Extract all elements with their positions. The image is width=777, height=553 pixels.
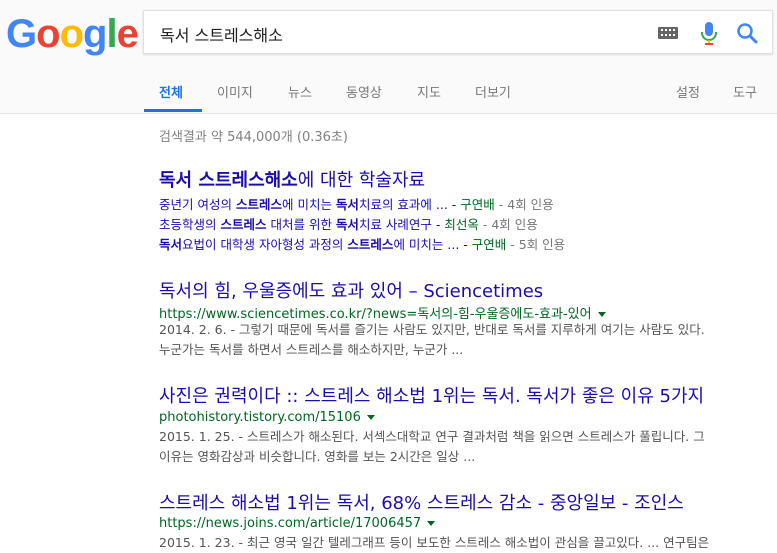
dropdown-arrow-icon[interactable] (366, 415, 375, 420)
tab-more[interactable]: 더보기 (475, 82, 511, 101)
scholar-item: 중년기 여성의 스트레스에 미치는 독서치료의 효과에 ... - 구연배 - … (159, 194, 554, 213)
scholar-link[interactable]: 초등학생의 스트레스 대처를 위한 독서치료 사례연구 - (159, 217, 444, 232)
search-tabs: 전체 이미지 뉴스 동영상 지도 더보기 설정 도구 (0, 76, 777, 113)
text: 초등학생의 (159, 217, 221, 232)
text: 에 미치는 (281, 197, 336, 212)
text-bold: 독서 (335, 197, 359, 212)
logo-letter-e: e (116, 12, 139, 56)
result-snippet-line: 2015. 1. 25. - 스트레스가 해소된다. 서섹스대학교 연구 결과처… (159, 429, 705, 444)
logo-letter-l: l (106, 12, 117, 56)
scholar-title[interactable]: 독서 스트레스해소에 대한 학술자료 (159, 166, 425, 192)
logo-letter-o1: o (36, 12, 60, 56)
search-input[interactable]: 독서 스트레스해소 (143, 10, 773, 54)
tab-tools[interactable]: 도구 (733, 82, 757, 101)
result-url[interactable]: https://news.joins.com/article/17006457 (159, 516, 436, 531)
tab-videos[interactable]: 동영상 (346, 82, 382, 101)
scholar-title-bold: 독서 스트레스해소 (159, 170, 298, 191)
search-icon[interactable] (736, 22, 758, 44)
tab-maps[interactable]: 지도 (417, 82, 441, 101)
text: 요법이 대학생 자아형성 과정의 (182, 237, 348, 252)
text: 중년기 여성의 (159, 197, 236, 212)
result-title[interactable]: 독서의 힘, 우울증에도 효과 있어 – Sciencetimes (159, 277, 543, 303)
dropdown-arrow-icon[interactable] (597, 312, 606, 317)
search-query[interactable]: 독서 스트레스해소 (160, 22, 283, 46)
text: 대처를 위한 (266, 217, 336, 232)
tab-settings[interactable]: 설정 (676, 82, 700, 101)
text-bold: 독서 (159, 237, 183, 252)
text: 치료의 효과에 ... - (358, 197, 461, 212)
keyboard-icon[interactable] (658, 27, 678, 39)
url-text: photohistory.tistory.com/15106 (159, 410, 361, 425)
url-text: https://news.joins.com/article/17006457 (159, 516, 422, 531)
text-bold: 스트레스 (220, 217, 267, 232)
result-stats: 검색결과 약 544,000개 (0.36초) (159, 130, 348, 145)
text-bold: 스트레스 (347, 237, 394, 252)
logo-letter-g2: g (83, 12, 107, 56)
tab-news[interactable]: 뉴스 (288, 82, 312, 101)
text: 에 미치는 ... - (393, 237, 472, 252)
result-snippet-line: 2015. 1. 23. - 최근 영국 일간 텔레그래프 등이 보도한 스트레… (159, 535, 710, 550)
scholar-cites[interactable]: - 4회 인용 (479, 217, 538, 232)
logo-letter-o2: o (59, 12, 84, 56)
tab-all[interactable]: 전체 (159, 82, 183, 101)
microphone-icon[interactable] (699, 21, 719, 47)
dropdown-arrow-icon[interactable] (427, 521, 436, 526)
scholar-link[interactable]: 독서요법이 대학생 자아형성 과정의 스트레스에 미치는 ... - (159, 237, 472, 252)
scholar-title-rest: 에 대한 학술자료 (297, 170, 426, 191)
google-logo[interactable]: Google (6, 12, 139, 56)
text: 치료 사례연구 - (358, 217, 445, 232)
scholar-author[interactable]: 구연배 (460, 197, 495, 212)
scholar-cites[interactable]: - 5회 인용 (506, 237, 565, 252)
text-bold: 스트레스 (235, 197, 282, 212)
scholar-item: 초등학생의 스트레스 대처를 위한 독서치료 사례연구 - 최선옥 - 4회 인… (159, 214, 538, 233)
active-tab-indicator (144, 109, 202, 112)
tab-images[interactable]: 이미지 (217, 82, 253, 101)
result-snippet-line: 2014. 2. 6. - 그렇기 때문에 독서를 즐기는 사람도 있지만, 반… (159, 322, 705, 337)
scholar-author[interactable]: 구연배 (472, 237, 507, 252)
result-title[interactable]: 스트레스 해소법 1위는 독서, 68% 스트레스 감소 - 중앙일보 - 조인… (159, 489, 684, 515)
result-snippet-line: 이유는 영화감상과 비슷합니다. 영화를 보는 2시간은 일상 ... (159, 449, 476, 464)
scholar-author[interactable]: 최선옥 (444, 217, 479, 232)
result-title[interactable]: 사진은 권력이다 :: 스트레스 해소법 1위는 독서. 독서가 좋은 이유 5… (159, 382, 704, 408)
result-snippet-line: 누군가는 독서를 하면서 스트레스를 해소하지만, 누군가 ... (159, 342, 464, 357)
result-url[interactable]: photohistory.tistory.com/15106 (159, 410, 375, 425)
logo-letter-g: G (6, 12, 37, 56)
scholar-cites[interactable]: - 4회 인용 (495, 197, 554, 212)
header: Google 독서 스트레스해소 전체 이미지 뉴스 동영상 지도 더보기 설정… (0, 0, 777, 114)
text-bold: 독서 (335, 217, 359, 232)
scholar-item: 독서요법이 대학생 자아형성 과정의 스트레스에 미치는 ... - 구연배 -… (159, 234, 565, 253)
scholar-link[interactable]: 중년기 여성의 스트레스에 미치는 독서치료의 효과에 ... - (159, 197, 460, 212)
